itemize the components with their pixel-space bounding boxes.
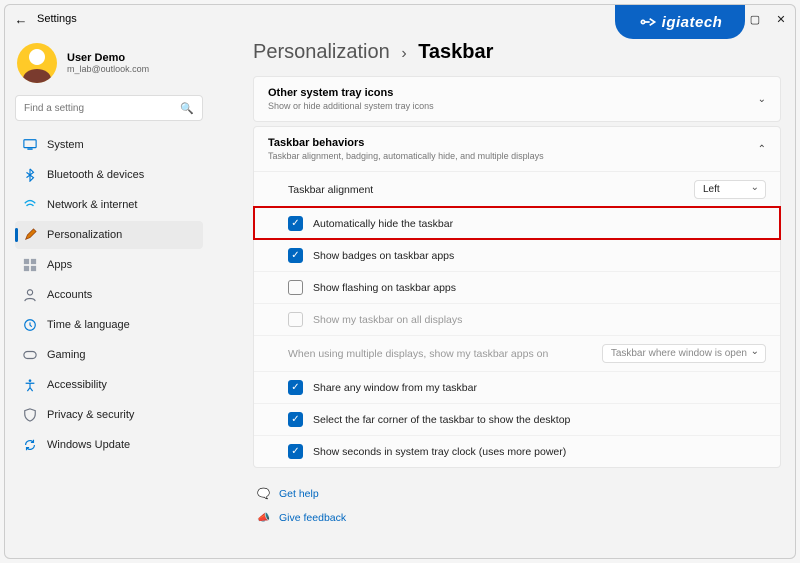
feedback-icon: 📣 bbox=[257, 511, 271, 525]
row-alignment: Taskbar alignment Left bbox=[254, 172, 780, 207]
help-icon: 🗨️ bbox=[257, 487, 271, 501]
apps-icon bbox=[23, 258, 37, 272]
window-title: Settings bbox=[37, 13, 77, 25]
row-seconds[interactable]: Show seconds in system tray clock (uses … bbox=[254, 435, 780, 467]
checkbox-all-displays bbox=[288, 312, 303, 327]
sidebar-item-gaming[interactable]: Gaming bbox=[15, 341, 203, 369]
alignment-select[interactable]: Left bbox=[694, 180, 766, 199]
wifi-icon bbox=[23, 198, 37, 212]
row-far-corner[interactable]: Select the far corner of the taskbar to … bbox=[254, 403, 780, 435]
accounts-icon bbox=[23, 288, 37, 302]
accessibility-icon bbox=[23, 378, 37, 392]
row-multi-displays: When using multiple displays, show my ta… bbox=[254, 335, 780, 371]
breadcrumb-parent[interactable]: Personalization bbox=[253, 41, 390, 63]
brush-icon bbox=[23, 228, 37, 242]
user-email: m_lab@outlook.com bbox=[67, 64, 149, 74]
clock-icon bbox=[23, 318, 37, 332]
user-block[interactable]: User Demo m_lab@outlook.com bbox=[15, 39, 203, 95]
close-button[interactable]: ✕ bbox=[775, 13, 787, 26]
checkbox-share[interactable] bbox=[288, 380, 303, 395]
sidebar-item-update[interactable]: Windows Update bbox=[15, 431, 203, 459]
system-icon bbox=[23, 138, 37, 152]
row-all-displays: Show my taskbar on all displays bbox=[254, 303, 780, 335]
shield-icon bbox=[23, 408, 37, 422]
chevron-down-icon: ⌄ bbox=[758, 94, 766, 105]
gaming-icon bbox=[23, 348, 37, 362]
sidebar-item-time[interactable]: Time & language bbox=[15, 311, 203, 339]
row-flashing[interactable]: Show flashing on taskbar apps bbox=[254, 271, 780, 303]
checkbox-flashing[interactable] bbox=[288, 280, 303, 295]
search-input[interactable] bbox=[24, 103, 180, 114]
sidebar-item-apps[interactable]: Apps bbox=[15, 251, 203, 279]
row-share[interactable]: Share any window from my taskbar bbox=[254, 371, 780, 403]
sidebar-item-accessibility[interactable]: Accessibility bbox=[15, 371, 203, 399]
avatar bbox=[17, 43, 57, 83]
chevron-up-icon: ⌃ bbox=[758, 144, 766, 155]
checkbox-seconds[interactable] bbox=[288, 444, 303, 459]
checkbox-badges[interactable] bbox=[288, 248, 303, 263]
behaviors-header[interactable]: Taskbar behaviors Taskbar alignment, bad… bbox=[254, 127, 780, 171]
row-badges[interactable]: Show badges on taskbar apps bbox=[254, 239, 780, 271]
get-help-link[interactable]: 🗨️ Get help bbox=[257, 482, 781, 506]
user-name: User Demo bbox=[67, 52, 149, 64]
sidebar-item-accounts[interactable]: Accounts bbox=[15, 281, 203, 309]
search-box[interactable]: 🔍 bbox=[15, 95, 203, 121]
main-content: Personalization › Taskbar Other system t… bbox=[213, 33, 795, 558]
sidebar-item-personalization[interactable]: Personalization bbox=[15, 221, 203, 249]
give-feedback-link[interactable]: 📣 Give feedback bbox=[257, 506, 781, 530]
checkbox-far-corner[interactable] bbox=[288, 412, 303, 427]
sidebar-item-bluetooth[interactable]: Bluetooth & devices bbox=[15, 161, 203, 189]
row-autohide[interactable]: Automatically hide the taskbar bbox=[254, 207, 780, 239]
maximize-button[interactable]: ▢ bbox=[749, 13, 761, 26]
checkbox-autohide[interactable] bbox=[288, 216, 303, 231]
sidebar-item-system[interactable]: System bbox=[15, 131, 203, 159]
sidebar-item-network[interactable]: Network & internet bbox=[15, 191, 203, 219]
sidebar: User Demo m_lab@outlook.com 🔍 System Blu… bbox=[5, 33, 213, 558]
card-tray-icons[interactable]: Other system tray icons Show or hide add… bbox=[253, 76, 781, 122]
breadcrumb: Personalization › Taskbar bbox=[253, 41, 781, 64]
search-icon: 🔍 bbox=[180, 102, 194, 115]
multi-select: Taskbar where window is open bbox=[602, 344, 766, 363]
back-button[interactable]: ← bbox=[13, 12, 29, 27]
bluetooth-icon bbox=[23, 168, 37, 182]
breadcrumb-current: Taskbar bbox=[418, 41, 493, 63]
brand-logo: igiatech bbox=[615, 5, 745, 39]
sidebar-item-privacy[interactable]: Privacy & security bbox=[15, 401, 203, 429]
card-taskbar-behaviors: Taskbar behaviors Taskbar alignment, bad… bbox=[253, 126, 781, 468]
update-icon bbox=[23, 438, 37, 452]
